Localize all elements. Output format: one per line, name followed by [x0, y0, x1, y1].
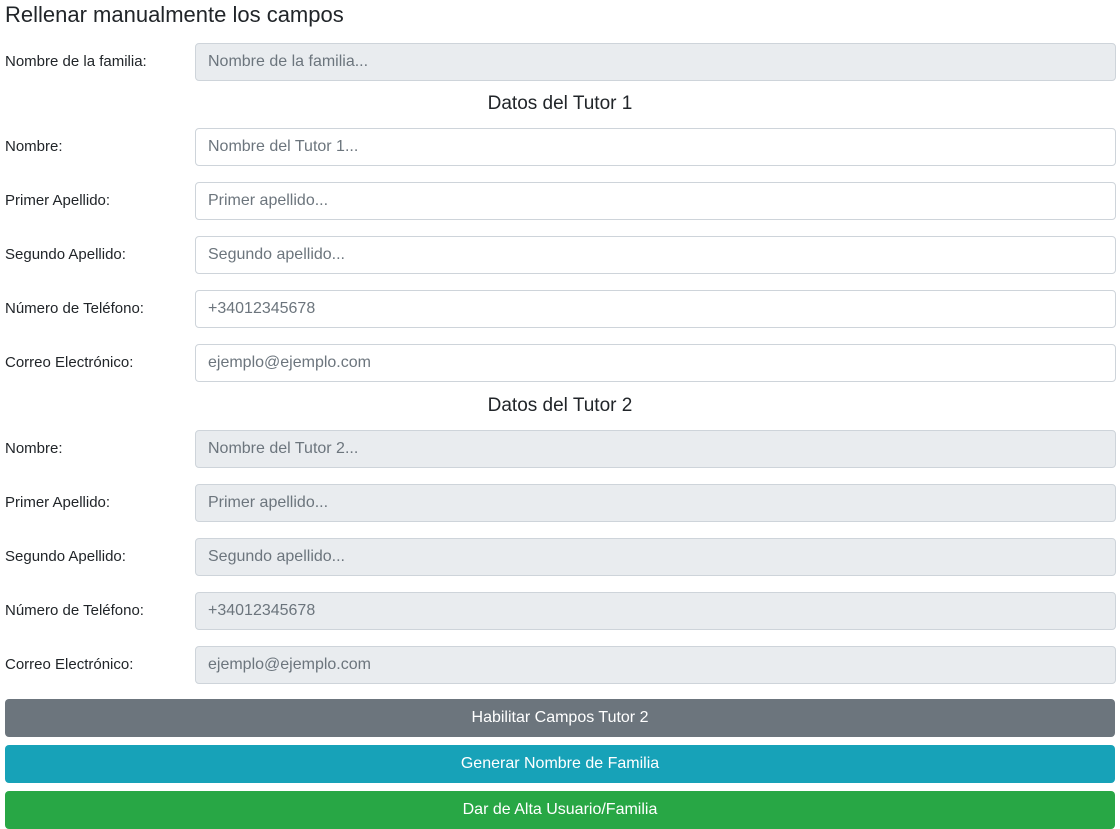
tutor2-phone-input: [195, 592, 1116, 630]
tutor2-name-row: Nombre:: [5, 422, 1116, 476]
form-container: Rellenar manualmente los campos Nombre d…: [0, 0, 1120, 829]
tutor1-second-surname-row: Segundo Apellido:: [5, 228, 1116, 282]
register-family-button[interactable]: Dar de Alta Usuario/Familia: [5, 791, 1115, 829]
tutor1-name-label: Nombre:: [5, 138, 63, 155]
tutor1-name-input[interactable]: [195, 128, 1116, 166]
tutor2-first-surname-row: Primer Apellido:: [5, 476, 1116, 530]
tutor1-email-input[interactable]: [195, 344, 1116, 382]
tutor2-first-surname-input: [195, 484, 1116, 522]
tutor1-email-row: Correo Electrónico:: [5, 336, 1116, 390]
enable-tutor2-button[interactable]: Habilitar Campos Tutor 2: [5, 699, 1115, 737]
action-buttons: Habilitar Campos Tutor 2 Generar Nombre …: [5, 699, 1115, 829]
tutor1-email-label: Correo Electrónico:: [5, 354, 134, 371]
tutor2-second-surname-input: [195, 538, 1116, 576]
tutor1-second-surname-label: Segundo Apellido:: [5, 246, 126, 263]
tutor2-phone-row: Número de Teléfono:: [5, 584, 1116, 638]
tutor1-first-surname-row: Primer Apellido:: [5, 174, 1116, 228]
tutor1-first-surname-label: Primer Apellido:: [5, 192, 111, 209]
family-name-input: [195, 43, 1116, 81]
tutor1-name-row: Nombre:: [5, 120, 1116, 174]
tutor1-phone-input[interactable]: [195, 290, 1116, 328]
tutor2-name-label: Nombre:: [5, 440, 63, 457]
tutor1-second-surname-input[interactable]: [195, 236, 1116, 274]
tutor2-email-label: Correo Electrónico:: [5, 656, 134, 673]
tutor2-second-surname-label: Segundo Apellido:: [5, 548, 126, 565]
tutor2-name-input: [195, 430, 1116, 468]
tutor1-first-surname-input[interactable]: [195, 182, 1116, 220]
tutor2-second-surname-row: Segundo Apellido:: [5, 530, 1116, 584]
tutor2-phone-label: Número de Teléfono:: [5, 602, 144, 619]
tutor2-email-input: [195, 646, 1116, 684]
tutor2-section-title: Datos del Tutor 2: [487, 395, 633, 416]
tutor1-phone-label: Número de Teléfono:: [5, 300, 144, 317]
page-title: Rellenar manualmente los campos: [5, 2, 344, 27]
tutor1-section-title: Datos del Tutor 1: [487, 93, 633, 114]
tutor2-email-row: Correo Electrónico:: [5, 638, 1116, 692]
generate-family-name-button[interactable]: Generar Nombre de Familia: [5, 745, 1115, 783]
tutor2-first-surname-label: Primer Apellido:: [5, 494, 111, 511]
tutor1-phone-row: Número de Teléfono:: [5, 282, 1116, 336]
family-name-label: Nombre de la familia:: [5, 53, 147, 70]
family-name-row: Nombre de la familia:: [5, 36, 1116, 88]
